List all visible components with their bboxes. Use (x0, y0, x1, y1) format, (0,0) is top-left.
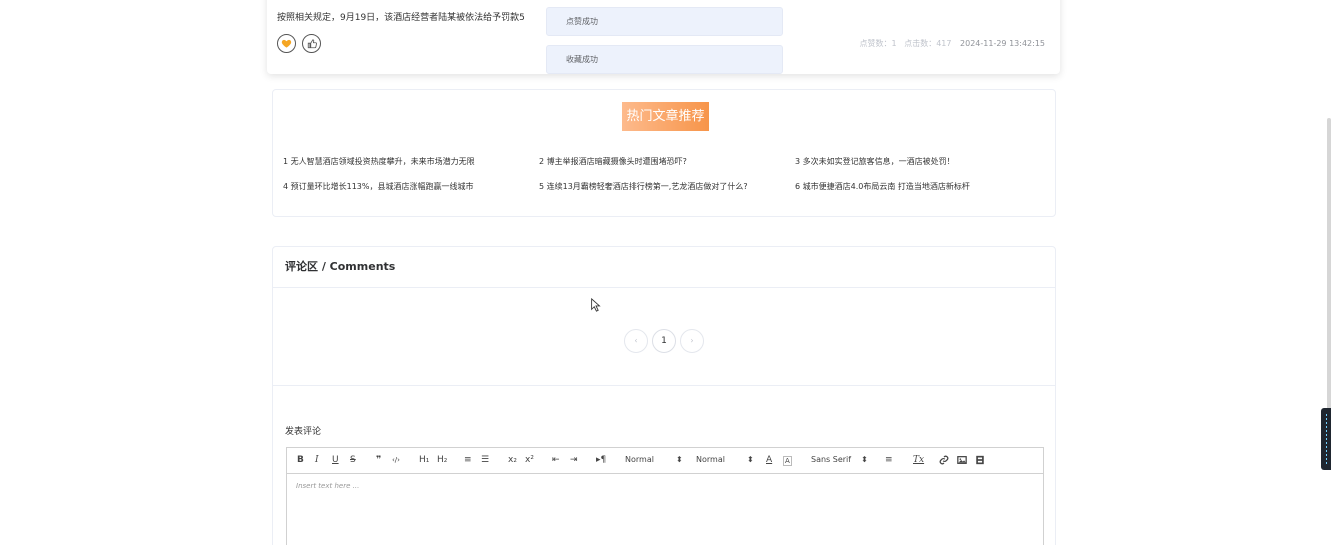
hot-articles-title: 热门文章推荐 (622, 102, 709, 131)
page-scrollbar[interactable] (1327, 118, 1331, 418)
strike-button[interactable]: S (350, 455, 356, 465)
indent-button[interactable]: ⇥ (570, 455, 578, 465)
editor-input[interactable]: Insert text here ... (287, 474, 1043, 498)
h1-button[interactable]: H₁ (419, 455, 429, 465)
mouse-cursor-icon (591, 298, 601, 312)
chevron-updown-icon: ⬍ (675, 455, 683, 464)
hot-article-link[interactable]: 5 连续13月霸榜轻奢酒店排行榜第一,艺龙酒店做对了什么? (539, 181, 748, 192)
comments-card: 评论区 / Comments ‹ 1 › 发表评论 B I U S ❞ ‹/› … (272, 246, 1056, 545)
side-widget[interactable] (1321, 408, 1331, 470)
next-page-button[interactable]: › (680, 329, 704, 353)
comments-pagination: ‹ 1 › (624, 329, 704, 353)
editor-toolbar: B I U S ❞ ‹/› H₁ H₂ ≡ ☰ x₂ x² ⇤ ⇥ ▸¶ Nor… (287, 448, 1043, 474)
ordered-list-button[interactable]: ≡ (464, 455, 472, 465)
outdent-button[interactable]: ⇤ (552, 455, 560, 465)
bullet-list-button[interactable]: ☰ (481, 455, 489, 465)
favorite-success-toast: 收藏成功 (546, 45, 783, 74)
font-picker[interactable]: Sans Serif ⬍ (811, 455, 868, 464)
hot-article-link[interactable]: 2 博主举报酒店暗藏摄像头时遭围堵恐吓? (539, 156, 687, 167)
image-icon[interactable] (957, 455, 967, 468)
bold-button[interactable]: B (297, 455, 304, 465)
direction-button[interactable]: ▸¶ (596, 455, 606, 465)
favorite-button[interactable] (277, 34, 296, 53)
clean-format-button[interactable]: Tx (913, 455, 924, 465)
page-1-button[interactable]: 1 (652, 329, 676, 353)
chevron-updown-icon: ⬍ (861, 455, 868, 464)
hot-article-link[interactable]: 3 多次未如实登记旅客信息，一酒店被处罚！ (795, 156, 955, 167)
likes-count: 点赞数：1 (859, 39, 897, 48)
heart-icon (281, 39, 292, 48)
article-stats: 点赞数：1 点击数：417 2024-11-29 13:42:15 (859, 38, 1045, 49)
code-button[interactable]: ‹/› (392, 456, 400, 464)
divider (273, 385, 1055, 386)
post-comment-label: 发表评论 (285, 427, 322, 437)
text-color-icon[interactable]: A (766, 455, 772, 465)
article-datetime: 2024-11-29 13:42:15 (960, 39, 1045, 48)
thumbs-up-icon (307, 38, 317, 48)
size-picker-label: Normal (625, 455, 654, 464)
hot-articles-card: 热门文章推荐 1 无人智慧酒店领域投资热度攀升，未来市场潜力无限 2 博主举报酒… (272, 89, 1056, 217)
font-picker-label: Sans Serif (811, 455, 852, 464)
h2-button[interactable]: H₂ (437, 455, 447, 465)
align-button[interactable]: ≡ (885, 455, 893, 465)
underline-button[interactable]: U (332, 455, 339, 465)
article-text: 按照相关规定，9月19日，该酒店经营者陆某被依法给予罚款5 (277, 13, 525, 23)
chevron-updown-icon: ⬍ (746, 455, 754, 464)
prev-page-button[interactable]: ‹ (624, 329, 648, 353)
blockquote-button[interactable]: ❞ (376, 455, 381, 465)
link-icon[interactable] (939, 455, 949, 468)
hot-article-link[interactable]: 4 预订量环比增长113%，县城酒店涨幅跑赢一线城市 (283, 181, 474, 192)
clicks-count: 点击数：417 (904, 39, 952, 48)
comments-title: 评论区 / Comments (273, 247, 1055, 288)
size-picker[interactable]: Normal ⬍ (625, 455, 683, 464)
header-picker[interactable]: Normal ⬍ (696, 455, 754, 464)
hot-article-link[interactable]: 1 无人智慧酒店领域投资热度攀升，未来市场潜力无限 (283, 156, 475, 167)
comment-editor: B I U S ❞ ‹/› H₁ H₂ ≡ ☰ x₂ x² ⇤ ⇥ ▸¶ Nor… (286, 447, 1044, 545)
subscript-button[interactable]: x₂ (508, 455, 517, 465)
superscript-button[interactable]: x² (525, 455, 534, 465)
like-success-toast: 点赞成功 (546, 7, 783, 36)
like-button[interactable] (302, 34, 321, 53)
header-picker-label: Normal (696, 455, 725, 464)
hot-article-link[interactable]: 6 城市便捷酒店4.0布局云南 打造当地酒店新标杆 (795, 181, 970, 192)
background-color-icon[interactable]: A (783, 456, 792, 466)
video-icon[interactable] (975, 455, 985, 468)
italic-button[interactable]: I (315, 455, 319, 465)
